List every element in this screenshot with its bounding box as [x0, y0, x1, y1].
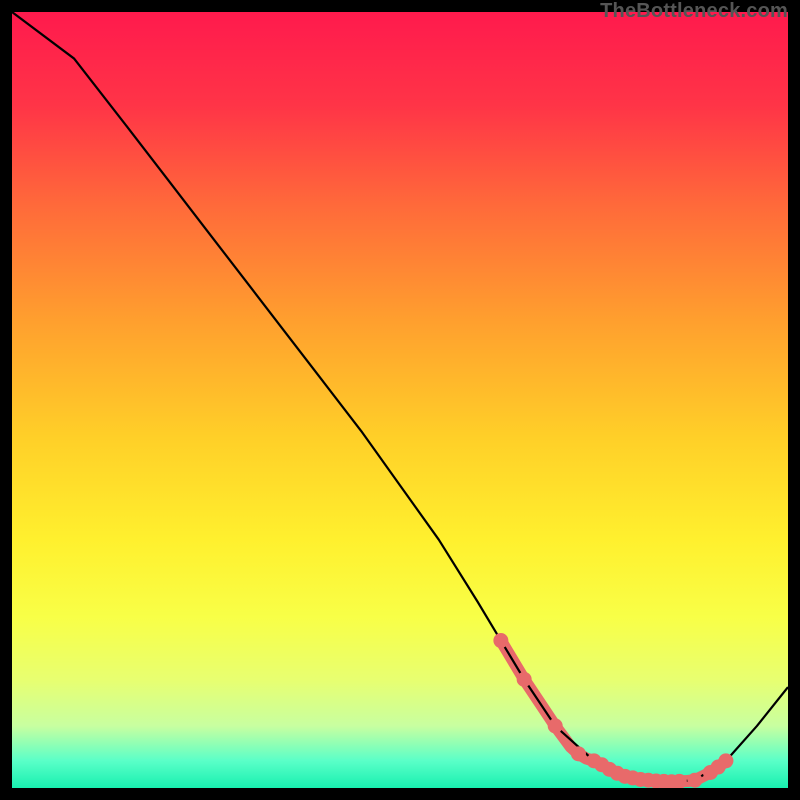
watermark-text: TheBottleneck.com	[600, 0, 788, 23]
highlight-dot	[718, 753, 733, 768]
highlight-dot	[517, 672, 532, 687]
chart-svg	[12, 12, 788, 788]
chart-container	[12, 12, 788, 788]
highlight-dot	[548, 718, 563, 733]
highlight-dot	[687, 773, 702, 788]
highlight-dot	[571, 746, 586, 761]
highlight-dot	[493, 633, 508, 648]
